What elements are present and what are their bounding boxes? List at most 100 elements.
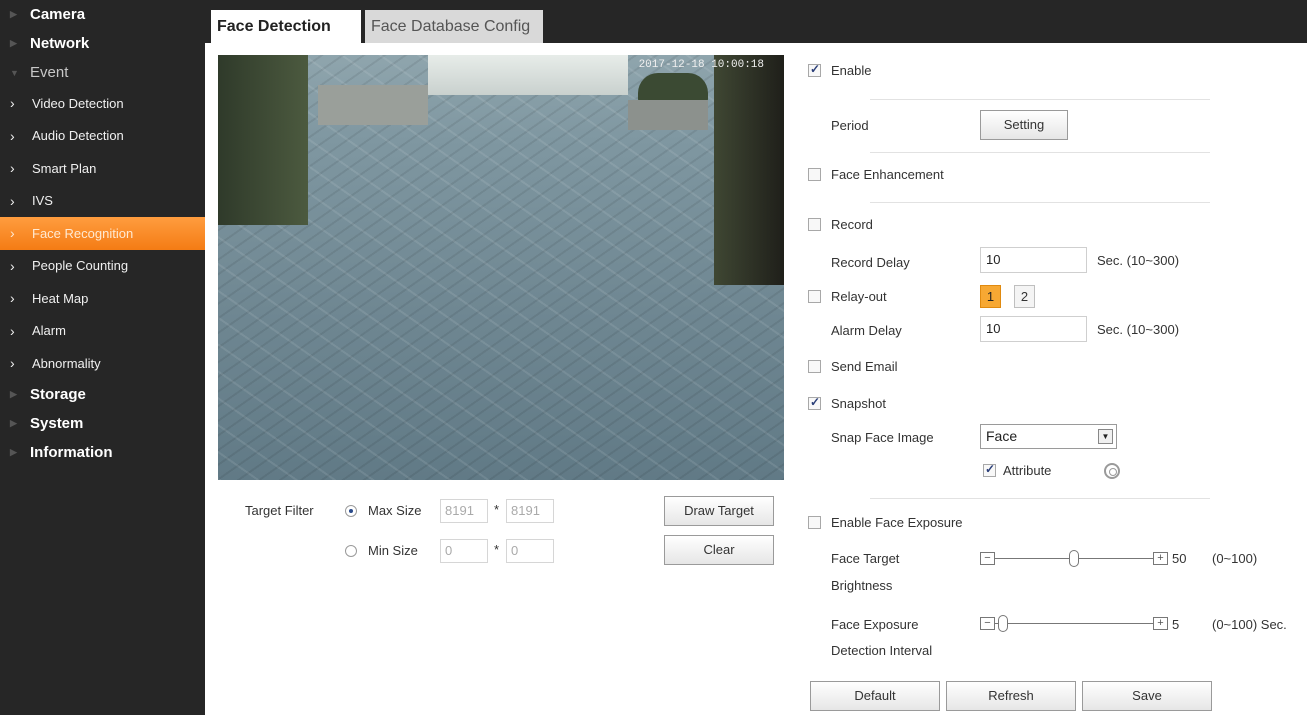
attribute-label: Attribute [1003, 463, 1052, 478]
brightness-decrease-button[interactable]: − [980, 552, 995, 565]
divider [870, 202, 1210, 203]
max-size-label: Max Size [368, 503, 422, 518]
interval-range: (0~100) Sec. [1212, 617, 1287, 632]
sidebar-item-people-counting[interactable]: › People Counting [0, 250, 205, 283]
sidebar-category-camera[interactable]: ▶ Camera [0, 0, 205, 29]
face-enhancement-label: Face Enhancement [831, 167, 944, 182]
period-setting-button[interactable]: Setting [980, 110, 1068, 140]
collapsed-triangle-icon: ▶ [10, 446, 17, 457]
min-size-label: Min Size [368, 543, 418, 558]
relay-1-toggle[interactable]: 1 [980, 285, 1001, 308]
snap-face-image-select[interactable]: Face ▼ [980, 424, 1117, 449]
interval-slider-handle[interactable] [997, 615, 1008, 632]
chevron-right-icon: › [10, 192, 15, 209]
sidebar-item-label: Alarm [32, 323, 66, 339]
sidebar-item-label: Face Recognition [32, 225, 134, 241]
interval-increase-button[interactable]: + [1153, 617, 1168, 630]
sidebar: ▶ Camera ▶ Network ▼ Event › Video Detection… [0, 0, 205, 715]
record-delay-input[interactable]: 10 [980, 247, 1087, 273]
divider [870, 99, 1210, 100]
default-button[interactable]: Default [810, 681, 940, 711]
live-video-preview[interactable]: 2017-12-18 10:00:18 [218, 55, 784, 480]
sidebar-item-smart-plan[interactable]: › Smart Plan [0, 152, 205, 185]
min-size-radio[interactable] [345, 545, 357, 557]
relay-2-toggle[interactable]: 2 [1014, 285, 1035, 308]
sidebar-item-label: Heat Map [32, 290, 89, 306]
video-scene-hedge [638, 73, 708, 103]
sidebar-category-network[interactable]: ▶ Network [0, 29, 205, 58]
face-target-brightness-label-line2: Brightness [831, 578, 893, 593]
attribute-checkbox[interactable] [983, 462, 996, 477]
collapsed-triangle-icon: ▶ [10, 417, 17, 428]
snap-face-image-label: Snap Face Image [831, 430, 934, 445]
interval-value: 5 [1172, 617, 1180, 632]
chevron-right-icon: › [10, 322, 15, 339]
save-button[interactable]: Save [1082, 681, 1212, 711]
refresh-button[interactable]: Refresh [946, 681, 1076, 711]
video-timestamp-osd: 2017-12-18 10:00:18 [638, 59, 764, 71]
brightness-value: 50 [1172, 551, 1187, 566]
sidebar-item-label: Video Detection [32, 95, 124, 111]
record-delay-range: Sec. (10~300) [1097, 253, 1180, 268]
video-scene-building [428, 55, 628, 95]
face-exposure-interval-label-line2: Detection Interval [831, 643, 933, 658]
size-separator: * [494, 502, 500, 517]
send-email-label: Send Email [831, 359, 898, 374]
divider [870, 152, 1210, 153]
attribute-settings-gear-icon[interactable] [1104, 463, 1120, 479]
sidebar-category-label: Information [30, 443, 113, 461]
max-size-radio[interactable] [345, 505, 357, 517]
record-delay-label: Record Delay [831, 255, 910, 270]
sidebar-item-ivs[interactable]: › IVS [0, 185, 205, 218]
min-size-height-input[interactable]: 0 [506, 539, 554, 563]
sidebar-item-alarm[interactable]: › Alarm [0, 315, 205, 348]
enable-face-exposure-checkbox[interactable] [808, 516, 821, 529]
tab-face-detection[interactable]: Face Detection [211, 10, 361, 43]
snap-face-image-value: Face [986, 428, 1018, 444]
sidebar-item-label: People Counting [32, 258, 129, 274]
sidebar-item-label: IVS [32, 193, 53, 209]
chevron-right-icon: › [10, 127, 15, 144]
sidebar-category-storage[interactable]: ▶ Storage [0, 380, 205, 409]
tab-face-database-config[interactable]: Face Database Config [365, 10, 543, 43]
size-separator: * [494, 542, 500, 557]
alarm-delay-label: Alarm Delay [831, 323, 902, 338]
record-checkbox[interactable] [808, 218, 821, 231]
draw-target-button[interactable]: Draw Target [664, 496, 774, 526]
snapshot-label: Snapshot [831, 396, 886, 411]
interval-slider-track[interactable] [995, 623, 1153, 624]
enable-checkbox[interactable] [808, 62, 821, 77]
dropdown-arrow-icon: ▼ [1098, 429, 1113, 444]
clear-button[interactable]: Clear [664, 535, 774, 565]
sidebar-item-abnormality[interactable]: › Abnormality [0, 347, 205, 380]
record-label: Record [831, 217, 873, 232]
min-size-width-input[interactable]: 0 [440, 539, 488, 563]
send-email-checkbox[interactable] [808, 360, 821, 373]
alarm-delay-input[interactable]: 10 [980, 316, 1087, 342]
sidebar-item-video-detection[interactable]: › Video Detection [0, 87, 205, 120]
brightness-increase-button[interactable]: + [1153, 552, 1168, 565]
sidebar-category-information[interactable]: ▶ Information [0, 438, 205, 467]
sidebar-category-system[interactable]: ▶ System [0, 409, 205, 438]
face-target-brightness-label-line1: Face Target [831, 551, 900, 566]
sidebar-item-face-recognition[interactable]: › Face Recognition [0, 217, 205, 250]
interval-decrease-button[interactable]: − [980, 617, 995, 630]
max-size-width-input[interactable]: 8191 [440, 499, 488, 523]
expanded-triangle-icon: ▼ [10, 67, 19, 78]
sidebar-category-label: System [30, 414, 84, 432]
sidebar-category-label: Storage [30, 385, 86, 403]
snapshot-checkbox[interactable] [808, 395, 821, 410]
sidebar-category-label: Network [30, 35, 90, 52]
collapsed-triangle-icon: ▶ [10, 388, 17, 399]
sidebar-item-audio-detection[interactable]: › Audio Detection [0, 120, 205, 153]
sidebar-category-event[interactable]: ▼ Event [0, 58, 205, 87]
max-size-height-input[interactable]: 8191 [506, 499, 554, 523]
relay-out-checkbox[interactable] [808, 290, 821, 303]
brightness-slider-handle[interactable] [1069, 550, 1079, 567]
sidebar-item-label: Abnormality [32, 355, 101, 371]
sidebar-item-label: Smart Plan [32, 160, 97, 176]
video-scene-planter [628, 100, 708, 130]
sidebar-item-heat-map[interactable]: › Heat Map [0, 282, 205, 315]
face-enhancement-checkbox[interactable] [808, 168, 821, 181]
face-exposure-interval-label-line1: Face Exposure [831, 617, 919, 632]
